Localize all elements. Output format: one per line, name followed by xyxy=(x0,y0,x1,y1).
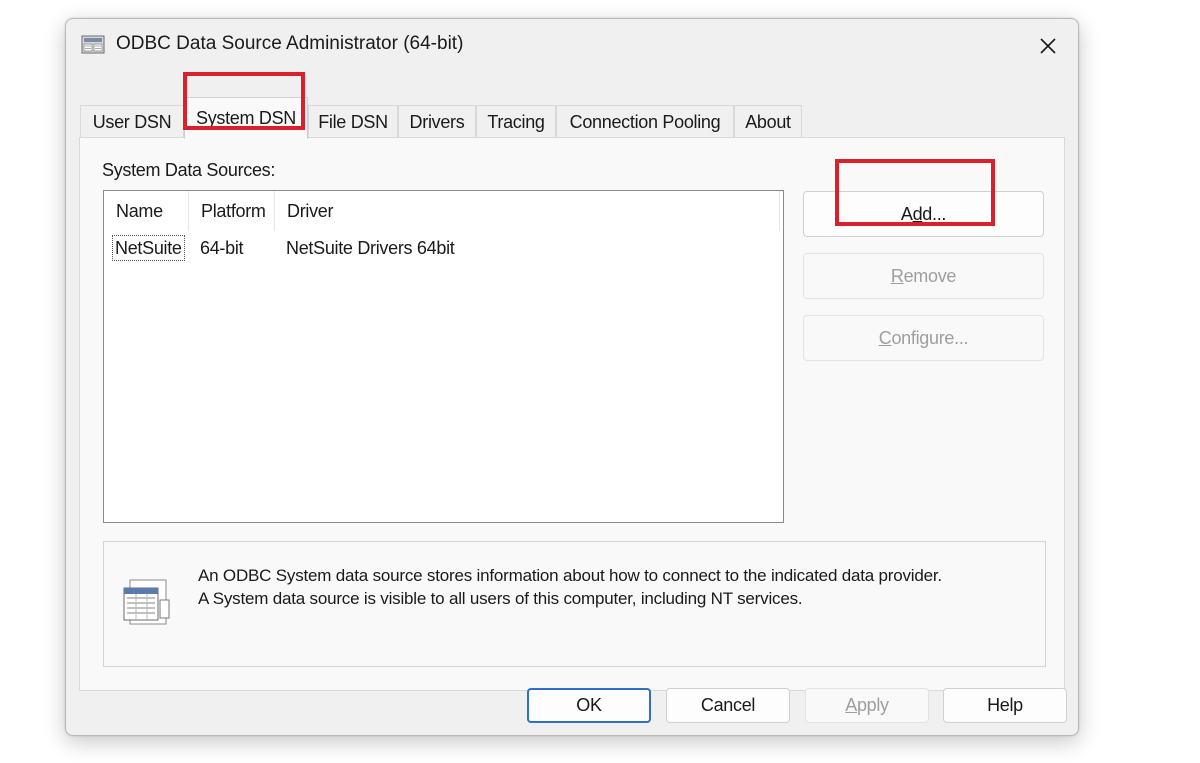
info-box: An ODBC System data source stores inform… xyxy=(103,541,1046,667)
remove-label-key: R xyxy=(890,265,904,286)
cancel-button[interactable]: Cancel xyxy=(666,688,790,723)
remove-label-end: emove xyxy=(903,265,957,286)
configure-label-end: onfigure... xyxy=(891,327,969,348)
ok-button[interactable]: OK xyxy=(527,688,651,723)
close-icon xyxy=(1040,38,1056,54)
help-button[interactable]: Help xyxy=(943,688,1067,723)
data-source-icon xyxy=(120,574,176,630)
odbc-admin-window: ODBC Data Source Administrator (64-bit) … xyxy=(65,18,1079,736)
row-driver: NetSuite Drivers 64bit xyxy=(286,237,455,258)
column-header-platform[interactable]: Platform xyxy=(189,191,275,231)
system-data-sources-label: System Data Sources: xyxy=(102,160,276,180)
add-button[interactable]: Ad d... xyxy=(803,191,1044,237)
system-dsn-panel: System Data Sources: Name Platform Drive… xyxy=(79,137,1065,691)
apply-button[interactable]: Apply xyxy=(805,688,929,723)
row-name: NetSuite xyxy=(112,235,185,261)
tab-user-dsn[interactable]: User DSN xyxy=(80,105,184,138)
column-header-driver[interactable]: Driver xyxy=(275,191,780,231)
data-sources-list[interactable]: Name Platform Driver NetSuite 64-bit Net… xyxy=(103,190,784,523)
add-label-start: A xyxy=(900,203,913,224)
configure-label-key: C xyxy=(878,327,892,348)
tab-system-dsn[interactable]: System DSN xyxy=(184,97,308,139)
apply-label-key: A xyxy=(845,695,857,715)
tab-about[interactable]: About xyxy=(734,105,802,138)
remove-button[interactable]: Remove xyxy=(803,253,1044,299)
row-platform: 64-bit xyxy=(200,237,244,258)
info-line-1: An ODBC System data source stores inform… xyxy=(198,566,942,585)
tab-connection-pooling[interactable]: Connection Pooling xyxy=(556,105,734,138)
title-bar: ODBC Data Source Administrator (64-bit) xyxy=(66,19,1078,73)
tab-file-dsn[interactable]: File DSN xyxy=(308,105,398,138)
close-button[interactable] xyxy=(1026,29,1070,63)
tab-drivers[interactable]: Drivers xyxy=(398,105,476,138)
add-label-end: d... xyxy=(922,203,947,224)
configure-button[interactable]: Configure... xyxy=(803,315,1044,361)
column-header-name[interactable]: Name xyxy=(104,191,189,231)
tab-tracing[interactable]: Tracing xyxy=(476,105,556,138)
info-text: An ODBC System data source stores inform… xyxy=(198,564,942,610)
apply-label-end: pply xyxy=(856,695,889,715)
info-line-2: A System data source is visible to all u… xyxy=(198,589,803,608)
odbc-app-icon xyxy=(81,34,105,56)
add-label-key: d xyxy=(912,203,923,224)
list-header: Name Platform Driver xyxy=(104,191,783,231)
window-title: ODBC Data Source Administrator (64-bit) xyxy=(116,33,464,54)
list-row[interactable]: NetSuite 64-bit NetSuite Drivers 64bit xyxy=(104,233,783,263)
